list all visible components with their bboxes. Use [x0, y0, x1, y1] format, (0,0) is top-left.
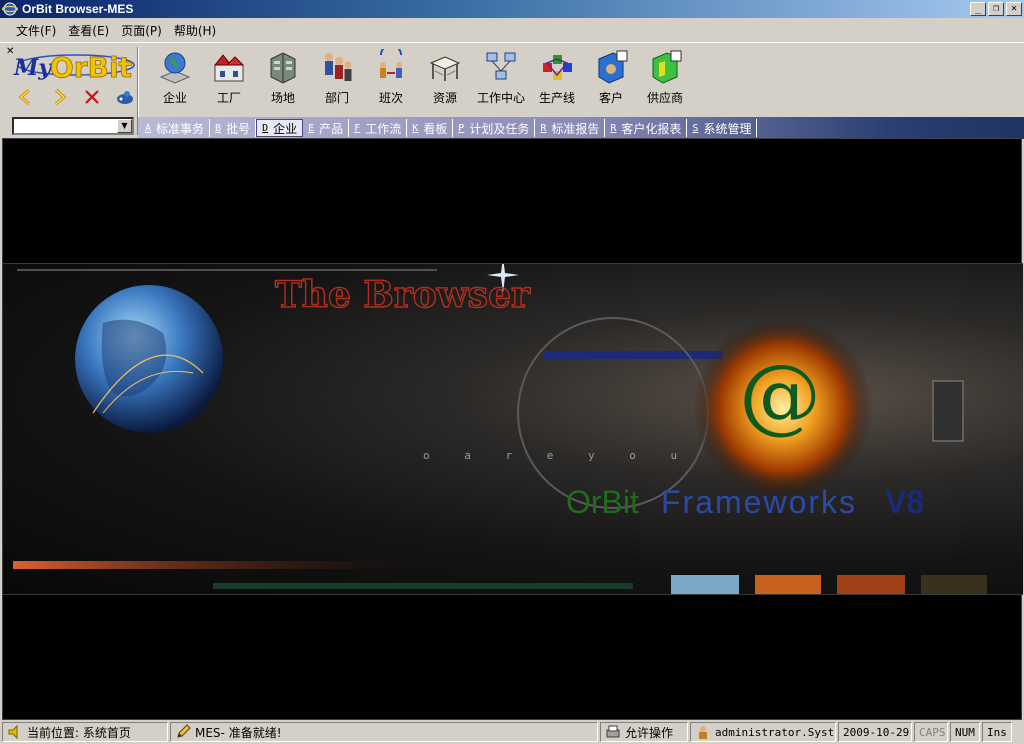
forward-icon[interactable] — [47, 85, 71, 109]
menu-bar: 文件(F) 查看(E) 页面(P) 帮助(H) — [0, 18, 1024, 42]
logo-panel: ✕ My OrBit ▼ — [4, 45, 136, 137]
main-content: The Browser o a r e y o u @ OrBit Framew… — [2, 138, 1023, 720]
tagline-text: o a r e y o u — [423, 449, 691, 462]
menu-view[interactable]: 查看(E) — [62, 22, 115, 39]
menu-page[interactable]: 页面(P) — [115, 22, 168, 39]
site-building-icon — [270, 52, 296, 84]
menu-file[interactable]: 文件(F) — [10, 22, 62, 39]
tool-work-center[interactable]: 工作中心 — [472, 45, 530, 117]
tab-custom-reports[interactable]: R 客户化报表 — [605, 119, 688, 137]
status-date: 2009-10-29 — [838, 722, 912, 742]
tab-lot[interactable]: B 批号 — [210, 119, 257, 137]
shift-icon — [380, 49, 402, 78]
user-key-icon — [699, 726, 707, 739]
switch-image — [932, 380, 964, 442]
frameworks-text: Frameworks — [661, 484, 857, 520]
tool-supplier[interactable]: 供应商 — [638, 45, 692, 117]
at-symbol: @ — [739, 348, 821, 443]
tool-department[interactable]: 部门 — [310, 45, 364, 117]
status-location: 当前位置: 系统首页 — [2, 722, 168, 742]
tab-kanban[interactable]: K 看板 — [407, 119, 454, 137]
thumbnail-1 — [671, 575, 739, 595]
tool-production-line[interactable]: 生产线 — [530, 45, 584, 117]
thumbnail-2 — [755, 575, 821, 595]
green-streak — [213, 583, 633, 589]
address-combo[interactable]: ▼ — [12, 117, 134, 135]
enterprise-globe-icon — [159, 52, 191, 84]
tool-enterprise[interactable]: 企业 — [148, 45, 202, 117]
welcome-banner: The Browser o a r e y o u @ OrBit Framew… — [3, 263, 1023, 595]
version-text: V8 — [885, 484, 924, 520]
status-caps: CAPS — [914, 722, 948, 742]
tab-standard-reports[interactable]: R 标准报告 — [535, 119, 606, 137]
svg-text:My: My — [13, 55, 53, 81]
chevron-down-icon[interactable]: ▼ — [117, 119, 132, 133]
svg-text:OrBit: OrBit — [50, 51, 132, 83]
orange-streak — [13, 561, 433, 569]
module-tab-strip: A 标准事务 B 批号 D 企业 E 产品 F 工作流 K 看板 P 计划及任务 R 标准报告 … — [138, 117, 1024, 139]
tab-product[interactable]: E 产品 — [303, 119, 350, 137]
thumbnail-3 — [837, 575, 905, 595]
window-title: OrBit Browser-MES — [22, 2, 134, 16]
pencil-icon — [177, 724, 191, 738]
tool-factory[interactable]: 工厂 — [202, 45, 256, 117]
tab-workflow[interactable]: F 工作流 — [349, 119, 408, 137]
status-bar: 当前位置: 系统首页 MES- 准备就绪! 允许操作 administrator… — [0, 720, 1024, 744]
tool-shift[interactable]: 班次 — [364, 45, 418, 117]
tab-plans-tasks[interactable]: P 计划及任务 — [453, 119, 536, 137]
tab-standard-transactions[interactable]: A 标准事务 — [140, 119, 211, 137]
work-center-icon — [486, 52, 516, 80]
banner-bottom-line — [3, 594, 1023, 595]
status-permission: 允许操作 — [600, 722, 688, 742]
production-line-icon — [543, 55, 572, 80]
headline-text: The Browser — [275, 274, 531, 316]
top-streak — [17, 269, 437, 271]
tab-system-management[interactable]: S 系统管理 — [687, 119, 758, 137]
title-bar: OrBit Browser-MES _ ❐ ✕ — [0, 0, 1024, 18]
printer-icon — [606, 725, 620, 738]
orbit-text: OrBit — [566, 484, 639, 520]
tool-resource[interactable]: 资源 — [418, 45, 472, 117]
close-button[interactable]: ✕ — [1006, 2, 1022, 16]
module-toolbar: 企业 工厂 场地 部门 班次 资源 工作中心 生产线 客户 供应商 — [148, 45, 692, 117]
home-icon[interactable] — [113, 85, 137, 109]
app-icon — [2, 2, 18, 16]
minimize-button[interactable]: _ — [970, 2, 986, 16]
tool-site[interactable]: 场地 — [256, 45, 310, 117]
banner-artwork: The Browser o a r e y o u @ OrBit Framew… — [13, 263, 987, 595]
status-message: MES- 准备就绪! — [170, 722, 598, 742]
factory-icon — [213, 54, 245, 82]
tool-customer[interactable]: 客户 — [584, 45, 638, 117]
menu-help[interactable]: 帮助(H) — [168, 22, 222, 39]
restore-button[interactable]: ❐ — [988, 2, 1004, 16]
faint-ring — [517, 317, 709, 509]
myorbit-logo: My OrBit — [13, 51, 135, 83]
back-icon[interactable] — [14, 85, 38, 109]
resource-desk-icon — [429, 56, 461, 81]
status-user: administrator.System — [690, 722, 836, 742]
customer-icon — [598, 50, 628, 84]
banner-top-line — [3, 263, 1023, 264]
status-num: NUM — [950, 722, 980, 742]
speaker-icon — [8, 724, 18, 740]
supplier-icon — [652, 50, 682, 84]
status-ins: Ins — [982, 722, 1012, 742]
toolbar-area: ✕ My OrBit ▼ 企业 工厂 场地 部门 班次 资源 工作中心 生产线 … — [0, 42, 1024, 139]
stop-icon[interactable] — [80, 85, 104, 109]
thumbnail-4 — [921, 575, 987, 595]
tab-enterprise[interactable]: D 企业 — [256, 119, 304, 137]
blue-streak — [543, 351, 723, 359]
department-people-icon — [325, 53, 352, 81]
